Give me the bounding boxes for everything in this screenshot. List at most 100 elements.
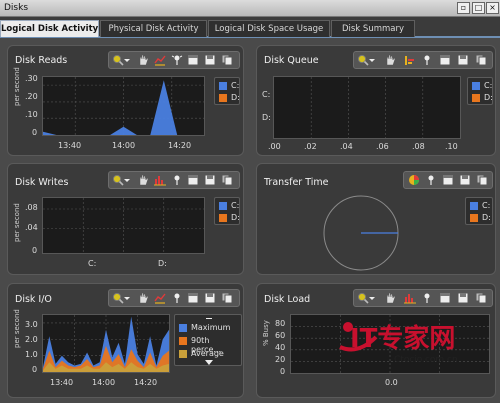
panel-title: Disk Reads bbox=[15, 55, 68, 66]
save-icon[interactable] bbox=[204, 54, 216, 66]
save-icon[interactable] bbox=[459, 174, 471, 186]
copy-icon[interactable] bbox=[221, 292, 233, 304]
save-icon[interactable] bbox=[204, 292, 216, 304]
zoom-icon[interactable] bbox=[112, 292, 124, 304]
close-button[interactable]: × bbox=[486, 2, 499, 14]
legend: Maximum 90th perce... Average bbox=[174, 314, 242, 366]
x-tick: D: bbox=[158, 259, 167, 268]
x-tick: .04 bbox=[340, 142, 353, 151]
hand-pan-icon[interactable] bbox=[137, 174, 149, 186]
window-icon[interactable] bbox=[439, 54, 451, 66]
chart-type-icon[interactable] bbox=[154, 292, 166, 304]
hand-pan-icon[interactable] bbox=[384, 292, 396, 304]
hand-pan-icon[interactable] bbox=[137, 54, 149, 66]
legend-swatch bbox=[470, 214, 478, 222]
chart-toolbar bbox=[108, 171, 240, 189]
x-tick: C: bbox=[88, 259, 97, 268]
hand-pan-icon[interactable] bbox=[137, 292, 149, 304]
y-tick: 0 bbox=[32, 246, 38, 255]
y-tick: 1.0 bbox=[25, 350, 38, 359]
y-axis-label: per second bbox=[13, 67, 21, 106]
window-icon[interactable] bbox=[187, 54, 199, 66]
save-icon[interactable] bbox=[457, 54, 469, 66]
highlight-icon[interactable] bbox=[171, 174, 183, 186]
dropdown-arrow-icon[interactable] bbox=[124, 54, 130, 66]
y-tick: 20 bbox=[275, 355, 286, 364]
chart-type-icon[interactable] bbox=[154, 54, 166, 66]
chart-toolbar bbox=[108, 51, 240, 69]
zoom-icon[interactable] bbox=[112, 174, 124, 186]
x-tick: .00 bbox=[268, 142, 281, 151]
copy-icon[interactable] bbox=[475, 292, 487, 304]
legend-label: D: bbox=[482, 213, 491, 222]
x-tick: 14:00 bbox=[92, 378, 116, 387]
x-tick: 14:20 bbox=[134, 378, 158, 387]
highlight-icon[interactable] bbox=[171, 54, 183, 66]
tab-physical-disk-activity[interactable]: Physical Disk Activity bbox=[100, 20, 207, 37]
scroll-up-icon[interactable] bbox=[205, 316, 213, 321]
restore-button[interactable]: ▫ bbox=[457, 2, 470, 14]
bar-chart-icon[interactable] bbox=[154, 174, 166, 186]
legend-swatch bbox=[219, 94, 227, 102]
window-icon[interactable] bbox=[187, 174, 199, 186]
legend-swatch bbox=[179, 324, 187, 332]
legend-label: D: bbox=[231, 213, 240, 222]
maximize-button[interactable]: □ bbox=[472, 2, 485, 14]
zoom-icon[interactable] bbox=[357, 292, 369, 304]
bar-chart-icon[interactable] bbox=[404, 54, 416, 66]
dropdown-arrow-icon[interactable] bbox=[124, 174, 130, 186]
plot-canvas bbox=[310, 77, 424, 138]
zoom-icon[interactable] bbox=[112, 54, 124, 66]
chart-toolbar bbox=[403, 171, 493, 189]
transfer-time-pie bbox=[323, 195, 399, 271]
window-title: Disks bbox=[4, 3, 29, 13]
y-tick: 0 bbox=[280, 367, 286, 376]
x-tick: .10 bbox=[445, 142, 458, 151]
y-tick: 80 bbox=[275, 319, 286, 328]
window-icon[interactable] bbox=[439, 292, 451, 304]
tab-logical-disk-activity[interactable]: Logical Disk Activity bbox=[0, 20, 99, 37]
category-label: D: bbox=[262, 113, 271, 122]
window-icon[interactable] bbox=[442, 174, 454, 186]
copy-icon[interactable] bbox=[221, 174, 233, 186]
zoom-icon[interactable] bbox=[357, 54, 369, 66]
copy-icon[interactable] bbox=[475, 54, 487, 66]
pie-chart-icon[interactable] bbox=[408, 174, 420, 186]
window-icon[interactable] bbox=[187, 292, 199, 304]
panel-disk-io: Disk I/O per second 3.0 2.0 1.0 0 13:40 … bbox=[7, 283, 244, 398]
dropdown-arrow-icon[interactable] bbox=[369, 54, 375, 66]
tab-disk-summary[interactable]: Disk Summary bbox=[331, 20, 415, 37]
hand-pan-icon[interactable] bbox=[384, 54, 396, 66]
watermark-url: Ctocio.com.cn bbox=[394, 355, 458, 365]
watermark-logo: IT专家网 Ctocio.com.cn bbox=[336, 315, 498, 375]
dropdown-arrow-icon[interactable] bbox=[124, 292, 130, 304]
legend-swatch bbox=[179, 337, 187, 345]
disk-reads-plot bbox=[42, 76, 205, 136]
legend: C: D: bbox=[467, 77, 493, 105]
tab-logical-disk-space-usage[interactable]: Logical Disk Space Usage bbox=[208, 20, 330, 37]
highlight-icon[interactable] bbox=[171, 292, 183, 304]
save-icon[interactable] bbox=[204, 174, 216, 186]
scroll-down-icon[interactable] bbox=[205, 360, 213, 365]
legend-label: C: bbox=[484, 81, 493, 90]
y-tick: .10 bbox=[25, 110, 38, 119]
x-tick: .06 bbox=[376, 142, 389, 151]
legend: C: D: bbox=[214, 77, 240, 105]
legend: C: D: bbox=[214, 197, 240, 225]
legend-label: Maximum bbox=[191, 323, 231, 332]
panel-transfer-time: Transfer Time C: D: bbox=[256, 163, 496, 275]
bar-chart-icon[interactable] bbox=[404, 292, 416, 304]
dropdown-arrow-icon[interactable] bbox=[369, 292, 375, 304]
save-icon[interactable] bbox=[457, 292, 469, 304]
category-label: C: bbox=[262, 90, 271, 99]
highlight-icon[interactable] bbox=[425, 174, 437, 186]
highlight-icon[interactable] bbox=[421, 54, 433, 66]
watermark-brand: IT专家网 bbox=[350, 324, 456, 354]
legend-swatch bbox=[219, 214, 227, 222]
panel-disk-queue: Disk Queue C: D: .00 .02 .04 .06 .08 .10… bbox=[256, 45, 496, 156]
copy-icon[interactable] bbox=[476, 174, 488, 186]
highlight-icon[interactable] bbox=[421, 292, 433, 304]
panel-disk-writes: Disk Writes per second .08 .04 0 C: D: C… bbox=[7, 163, 244, 275]
y-axis-label: per second bbox=[13, 203, 21, 242]
copy-icon[interactable] bbox=[221, 54, 233, 66]
